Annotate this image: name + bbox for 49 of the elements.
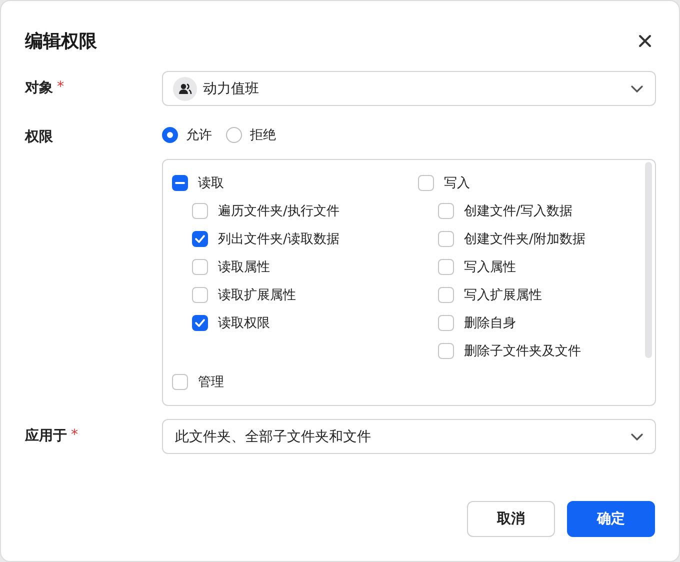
target-select[interactable]: 动力值班 xyxy=(162,71,656,106)
checkbox[interactable] xyxy=(172,175,188,191)
field-label: 应用于 xyxy=(25,427,67,445)
radio-button[interactable] xyxy=(226,127,242,143)
radio-label: 允许 xyxy=(186,127,212,144)
apply-to-select[interactable]: 此文件夹、全部子文件夹和文件 xyxy=(162,419,656,454)
checkbox-label: 写入扩展属性 xyxy=(464,287,542,304)
field-label: 对象 xyxy=(25,79,53,97)
minus-icon xyxy=(175,182,185,184)
checkbox[interactable] xyxy=(192,203,208,219)
checkbox[interactable] xyxy=(438,259,454,275)
checkbox[interactable] xyxy=(192,315,208,331)
required-mark: * xyxy=(71,427,78,445)
checkbox-label: 创建文件/写入数据 xyxy=(464,203,572,220)
scrollbar[interactable] xyxy=(645,162,652,358)
checkbox-label: 删除子文件夹及文件 xyxy=(464,343,581,360)
checkbox[interactable] xyxy=(192,259,208,275)
cancel-button[interactable]: 取消 xyxy=(467,501,555,537)
checkbox[interactable] xyxy=(438,231,454,247)
checkbox[interactable] xyxy=(438,203,454,219)
checkbox-label: 读取 xyxy=(198,175,224,192)
checkbox[interactable] xyxy=(438,343,454,359)
checkbox[interactable] xyxy=(192,287,208,303)
checkbox[interactable] xyxy=(438,287,454,303)
radio-button[interactable] xyxy=(162,127,178,143)
checkbox-label: 遍历文件夹/执行文件 xyxy=(218,203,340,220)
checkbox[interactable] xyxy=(192,231,208,247)
checkbox[interactable] xyxy=(438,315,454,331)
checkbox-label: 读取扩展属性 xyxy=(218,287,296,304)
checkmark-icon xyxy=(195,235,205,243)
checkbox-label: 读取权限 xyxy=(218,315,270,332)
checkbox-label: 删除自身 xyxy=(464,315,516,332)
checkbox-label: 读取属性 xyxy=(218,259,270,276)
checkbox-label: 列出文件夹/读取数据 xyxy=(218,231,340,248)
checkbox-label: 创建文件夹/附加数据 xyxy=(464,231,586,248)
checkmark-icon xyxy=(195,319,205,327)
dialog-title: 编辑权限 xyxy=(25,30,97,53)
field-label: 权限 xyxy=(25,128,53,146)
chevron-down-icon xyxy=(631,84,643,92)
required-mark: * xyxy=(57,79,64,97)
checkbox-label: 管理 xyxy=(198,374,224,391)
checkbox[interactable] xyxy=(418,175,434,191)
checkbox[interactable] xyxy=(172,374,188,390)
checkbox-label: 写入属性 xyxy=(464,259,516,276)
chevron-down-icon xyxy=(631,432,643,440)
radio-label: 拒绝 xyxy=(250,127,276,144)
checkbox-label: 写入 xyxy=(444,175,470,192)
confirm-button[interactable]: 确定 xyxy=(567,501,655,537)
user-group-icon xyxy=(173,76,197,100)
